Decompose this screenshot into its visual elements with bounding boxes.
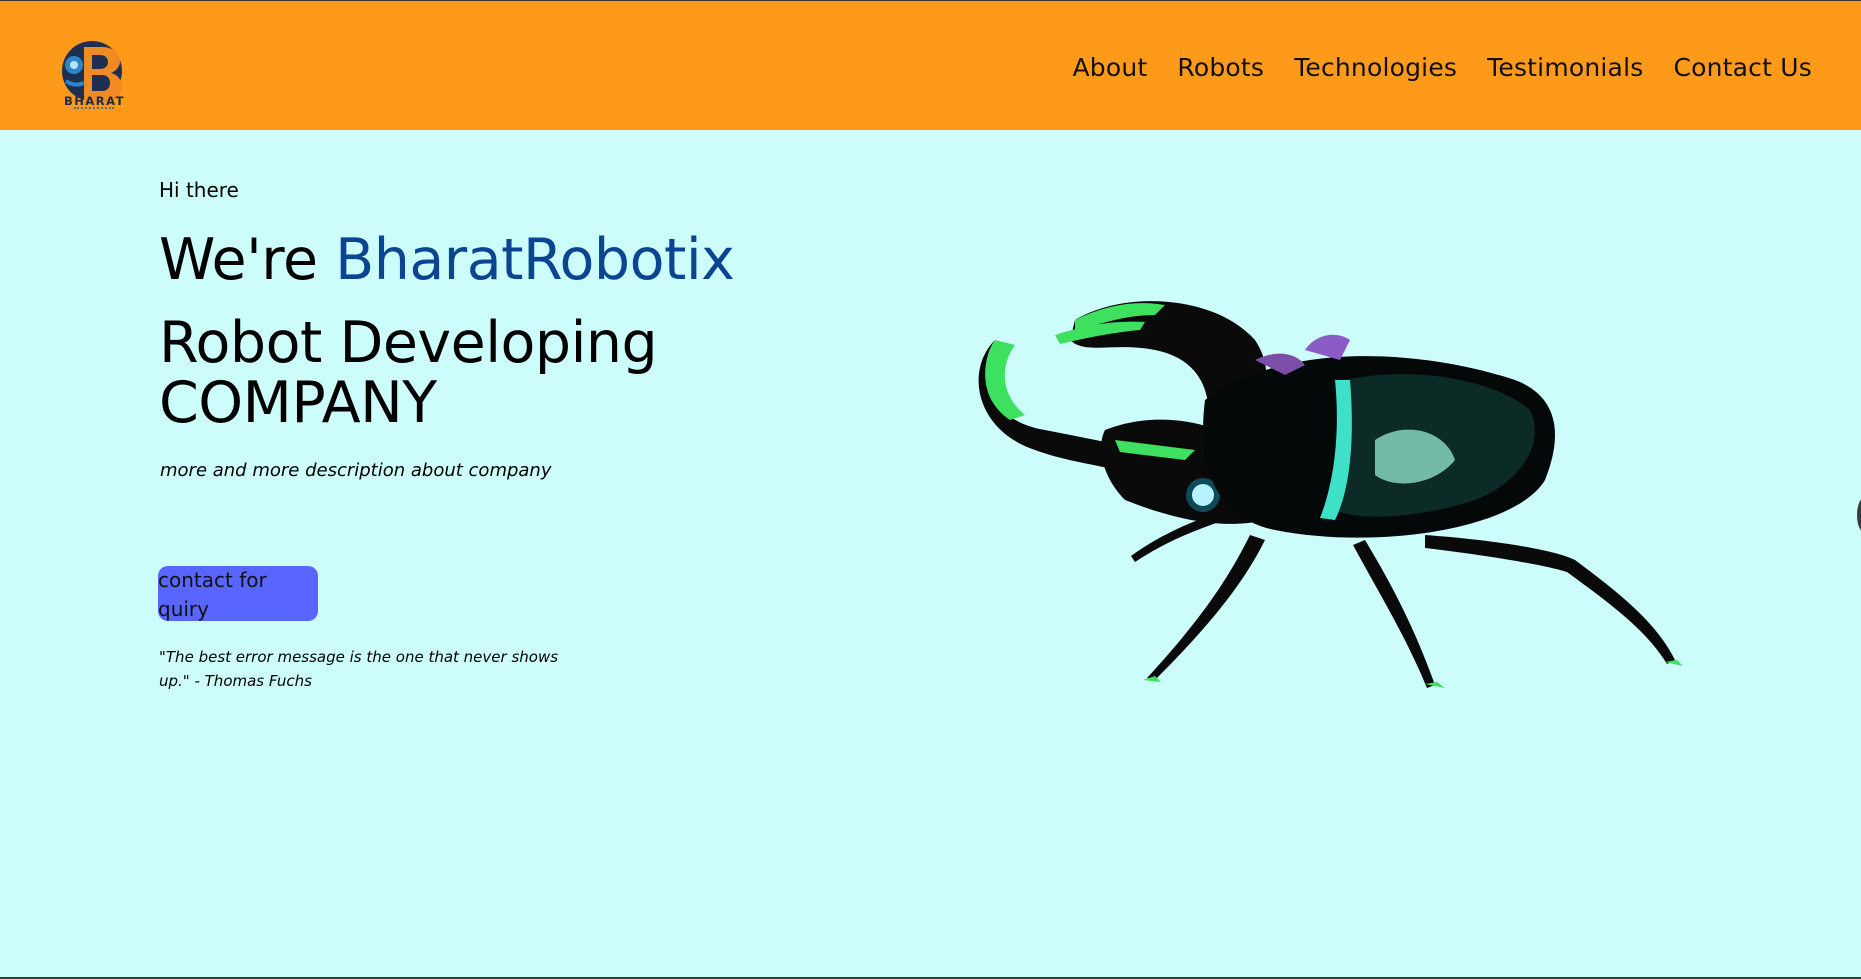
- nav-robots[interactable]: Robots: [1177, 53, 1264, 82]
- main-nav: About Robots Technologies Testimonials C…: [1072, 53, 1812, 82]
- hero-headline: We're BharatRobotix: [159, 225, 735, 295]
- headline-prefix: We're: [159, 227, 336, 293]
- hero-greeting: Hi there: [159, 178, 239, 202]
- contact-for-quiry-button[interactable]: contact for quiry: [158, 566, 318, 621]
- nav-about[interactable]: About: [1072, 53, 1147, 82]
- nav-testimonials[interactable]: Testimonials: [1487, 53, 1643, 82]
- nav-contact-us[interactable]: Contact Us: [1673, 53, 1812, 82]
- logo-wordmark: BHARAT: [64, 94, 125, 108]
- logo-divider: [74, 107, 114, 109]
- hero-description: more and more description about company: [160, 460, 552, 481]
- hero-subheadline: Robot Developing COMPANY: [159, 310, 658, 436]
- robot-beetle-image: [978, 301, 1683, 688]
- nav-technologies[interactable]: Technologies: [1294, 53, 1457, 82]
- site-header: BHARAT About Robots Technologies Testimo…: [0, 1, 1861, 130]
- scroll-indicator[interactable]: [1857, 498, 1861, 532]
- brand-name: BharatRobotix: [335, 227, 735, 293]
- hero-quote: "The best error message is the one that …: [159, 648, 559, 690]
